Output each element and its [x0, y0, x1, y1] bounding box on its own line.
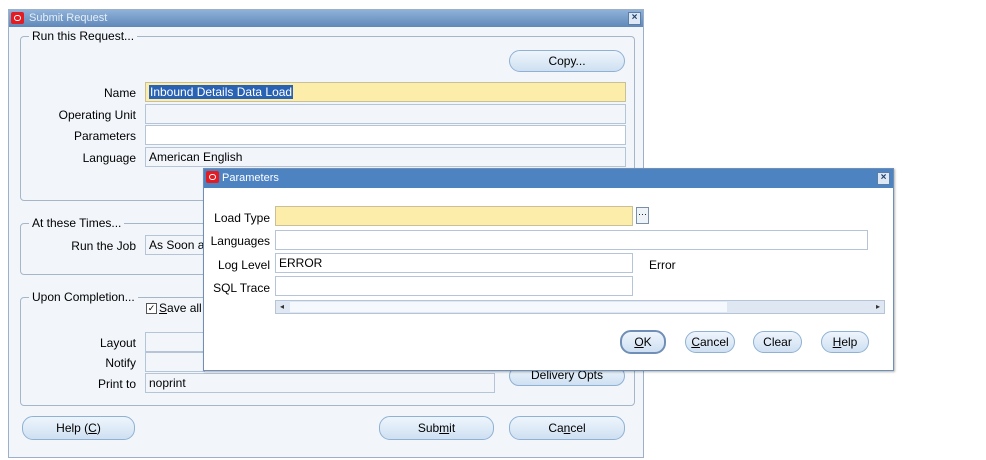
notify-label: Notify [105, 356, 136, 370]
log-level-description: Error [649, 258, 676, 272]
close-icon[interactable]: × [877, 172, 890, 185]
parameters-title: Parameters [222, 172, 279, 184]
parameters-label: Parameters [73, 129, 136, 143]
name-label: Name [103, 86, 136, 100]
operating-unit-field[interactable] [145, 104, 626, 124]
ellipsis-icon[interactable]: ··· [636, 207, 649, 224]
sql-trace-field[interactable] [275, 276, 633, 296]
print-to-field[interactable]: noprint [145, 373, 495, 393]
sql-trace-label: SQL Trace [213, 281, 270, 295]
layout-field[interactable] [145, 332, 205, 352]
load-type-label: Load Type [214, 211, 270, 225]
submit-request-titlebar[interactable]: Submit Request × [9, 10, 643, 27]
completion-group-title: Upon Completion... [29, 290, 138, 304]
submit-button[interactable]: Submit [379, 416, 494, 440]
oracle-logo-icon [206, 171, 219, 183]
run-request-group-title: Run this Request... [29, 29, 138, 43]
log-level-field[interactable]: ERROR [275, 253, 633, 273]
name-value: Inbound Details Data Load [149, 85, 294, 99]
parameters-dialog: Parameters × Load Type ··· Languages Log… [203, 168, 894, 371]
log-level-label: Log Level [217, 258, 270, 272]
window-title: Submit Request [29, 12, 108, 24]
language-label: Language [82, 151, 136, 165]
scroll-thumb[interactable] [290, 302, 727, 312]
horizontal-scrollbar[interactable]: ◂ ▸ [275, 300, 885, 314]
save-all-label: Save all [159, 301, 202, 315]
name-field[interactable]: Inbound Details Data Load [145, 82, 626, 102]
run-job-label: Run the Job [71, 239, 136, 253]
languages-field[interactable] [275, 230, 868, 250]
copy-button[interactable]: Copy... [509, 50, 625, 72]
print-to-label: Print to [97, 377, 136, 391]
close-icon[interactable]: × [628, 12, 641, 25]
language-field[interactable]: American English [145, 147, 626, 167]
layout-label: Layout [99, 336, 136, 350]
operating-unit-label: Operating Unit [58, 108, 136, 122]
clear-button[interactable]: Clear [753, 331, 802, 353]
times-group-title: At these Times... [29, 216, 125, 230]
oracle-logo-icon [11, 12, 24, 24]
parameters-titlebar[interactable]: Parameters × [204, 169, 893, 188]
parameters-field[interactable] [145, 125, 626, 145]
ok-button[interactable]: OK [620, 330, 666, 354]
params-help-button[interactable]: Help [821, 331, 869, 353]
notify-field[interactable] [145, 352, 205, 372]
cancel-button[interactable]: Cancel [509, 416, 625, 440]
load-type-field[interactable] [275, 206, 633, 226]
params-cancel-button[interactable]: Cancel [685, 331, 735, 353]
save-all-checkbox[interactable]: ✓ [146, 303, 157, 314]
scroll-left-icon[interactable]: ◂ [277, 302, 287, 312]
scroll-right-icon[interactable]: ▸ [873, 302, 883, 312]
languages-label: Languages [210, 234, 270, 248]
help-button[interactable]: Help (C) [22, 416, 135, 440]
